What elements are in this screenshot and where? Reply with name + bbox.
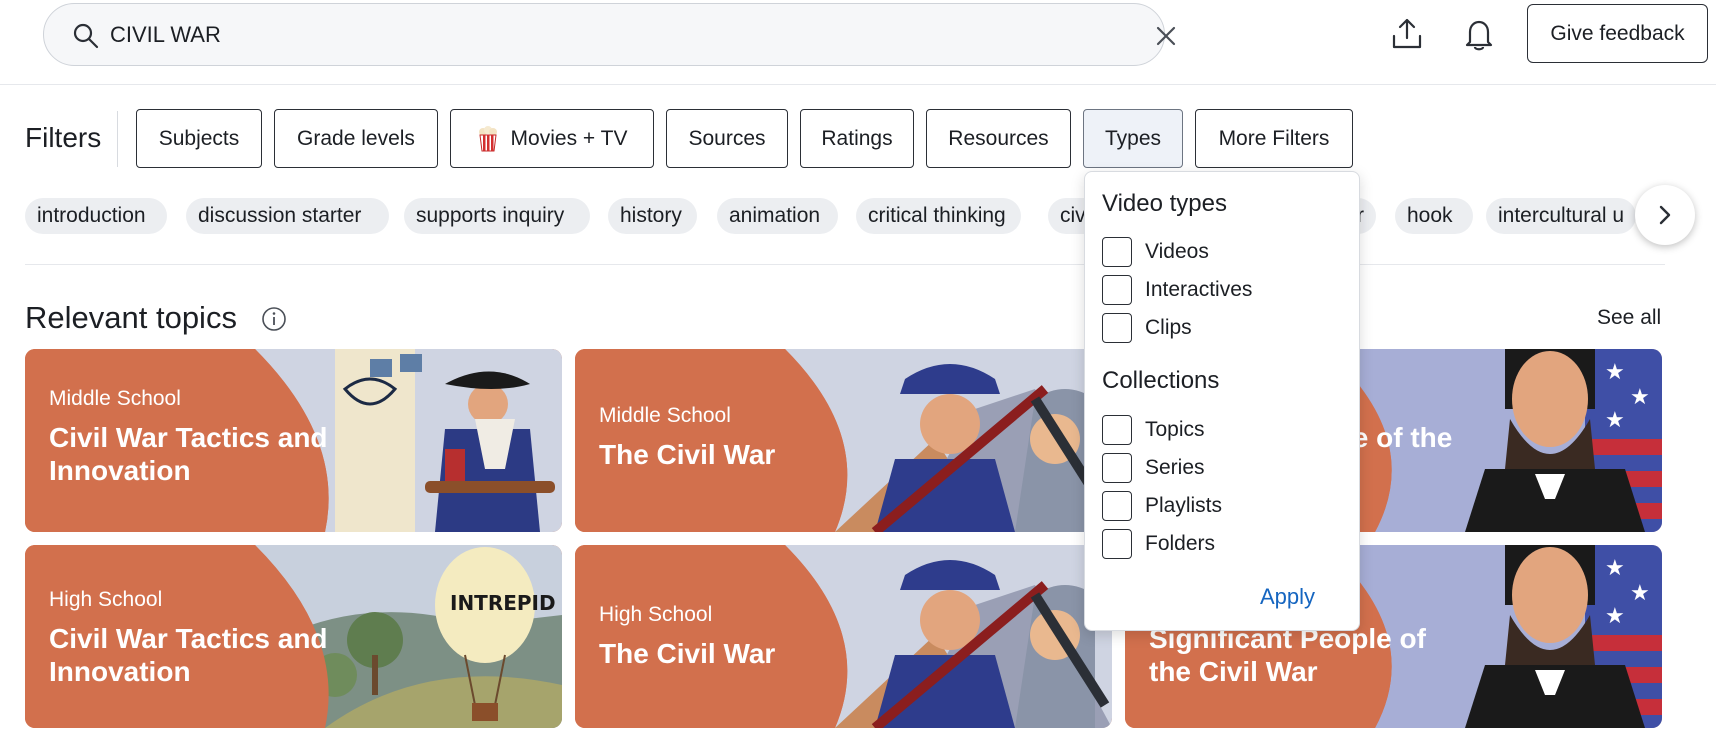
bell-icon[interactable] bbox=[1461, 16, 1497, 52]
filters-divider bbox=[117, 111, 118, 167]
tags-next-button[interactable] bbox=[1635, 185, 1695, 245]
checkbox-label: Interactives bbox=[1145, 278, 1253, 301]
filters-label: Filters bbox=[25, 122, 102, 153]
card-level: Middle School bbox=[599, 404, 731, 427]
checkbox-clips[interactable]: Clips bbox=[1102, 313, 1192, 343]
search-bar bbox=[43, 3, 1176, 66]
checkbox-label: Folders bbox=[1145, 532, 1216, 555]
filter-subjects-button[interactable]: Subjects bbox=[136, 109, 262, 168]
filter-resources-button[interactable]: Resources bbox=[926, 109, 1071, 168]
top-bar: Give feedback bbox=[0, 0, 1716, 85]
search-input[interactable] bbox=[110, 16, 1110, 54]
svg-text:★: ★ bbox=[1605, 360, 1625, 385]
filter-sources-button[interactable]: Sources bbox=[666, 109, 788, 168]
svg-text:★: ★ bbox=[1605, 604, 1625, 629]
topic-card[interactable]: INTREPID High School Civil War Tactics a… bbox=[25, 545, 562, 728]
checkbox-label: Videos bbox=[1145, 240, 1209, 263]
checkbox-label: Playlists bbox=[1145, 494, 1223, 517]
video-types-heading: Video types bbox=[1102, 190, 1227, 217]
tag-discussion-starter[interactable]: discussion starter bbox=[186, 198, 389, 234]
card-level: High School bbox=[599, 603, 713, 626]
checkbox[interactable] bbox=[1102, 491, 1132, 521]
tag-history[interactable]: history bbox=[608, 198, 697, 234]
checkbox-label: Clips bbox=[1145, 316, 1192, 339]
svg-text:★: ★ bbox=[1605, 556, 1625, 581]
tag-introduction[interactable]: introduction bbox=[25, 198, 167, 234]
give-feedback-button[interactable]: Give feedback bbox=[1527, 4, 1708, 63]
card-title: The Civil War bbox=[599, 439, 776, 470]
chevron-right-icon bbox=[1659, 205, 1671, 225]
checkbox[interactable] bbox=[1102, 237, 1132, 267]
section-title: Relevant topics bbox=[25, 300, 237, 335]
share-icon[interactable] bbox=[1389, 16, 1425, 52]
card-level: High School bbox=[49, 588, 163, 611]
popcorn-icon bbox=[478, 125, 497, 151]
checkbox-label: Topics bbox=[1145, 418, 1205, 441]
checkbox-series[interactable]: Series bbox=[1102, 453, 1205, 483]
collections-heading: Collections bbox=[1102, 367, 1220, 394]
close-icon[interactable] bbox=[1152, 22, 1180, 50]
checkbox[interactable] bbox=[1102, 313, 1132, 343]
tag-critical-thinking[interactable]: critical thinking bbox=[856, 198, 1021, 234]
topic-card[interactable]: High School The Civil War bbox=[575, 545, 1112, 728]
filter-types-button[interactable]: Types bbox=[1083, 109, 1183, 168]
tag-animation[interactable]: animation bbox=[717, 198, 838, 234]
svg-text:INTREPID: INTREPID bbox=[450, 591, 556, 615]
checkbox-topics[interactable]: Topics bbox=[1102, 415, 1205, 445]
card-title: le of the bbox=[1345, 422, 1453, 453]
checkbox-videos[interactable]: Videos bbox=[1102, 237, 1209, 267]
apply-button[interactable]: Apply bbox=[1260, 584, 1315, 610]
topic-card[interactable]: Middle School Civil War Tactics and Inno… bbox=[25, 349, 562, 532]
card-title: Civil War Tactics and Innovation bbox=[49, 422, 328, 486]
card-level: Middle School bbox=[49, 387, 181, 410]
checkbox[interactable] bbox=[1102, 415, 1132, 445]
card-title: Significant People of the Civil War bbox=[1149, 623, 1426, 687]
tag-supports-inquiry[interactable]: supports inquiry bbox=[404, 198, 590, 234]
checkbox[interactable] bbox=[1102, 275, 1132, 305]
card-title: The Civil War bbox=[599, 638, 776, 669]
filter-ratings-button[interactable]: Ratings bbox=[800, 109, 914, 168]
checkbox-interactives[interactable]: Interactives bbox=[1102, 275, 1252, 305]
filter-more-filters-button[interactable]: More Filters bbox=[1195, 109, 1353, 168]
types-dropdown: Video types Videos Interactives Clips Co… bbox=[1084, 171, 1360, 631]
filter-grade-levels-button[interactable]: Grade levels bbox=[274, 109, 438, 168]
svg-text:★: ★ bbox=[1630, 385, 1650, 410]
card-title: Civil War Tactics and Innovation bbox=[49, 623, 328, 687]
see-all-link[interactable]: See all bbox=[1597, 306, 1661, 330]
checkbox[interactable] bbox=[1102, 529, 1132, 559]
search-icon bbox=[73, 23, 99, 49]
topic-card[interactable]: Middle School The Civil War bbox=[575, 349, 1112, 532]
checkbox-playlists[interactable]: Playlists bbox=[1102, 491, 1222, 521]
info-icon[interactable] bbox=[261, 306, 287, 332]
tag-intercultural[interactable]: intercultural u bbox=[1486, 198, 1636, 234]
checkbox-folders[interactable]: Folders bbox=[1102, 529, 1215, 559]
tag-hook[interactable]: hook bbox=[1395, 198, 1473, 234]
section-divider bbox=[25, 264, 1665, 265]
checkbox[interactable] bbox=[1102, 453, 1132, 483]
filter-movies-tv-button[interactable]: Movies + TV bbox=[450, 109, 654, 168]
checkbox-label: Series bbox=[1145, 456, 1205, 479]
svg-text:★: ★ bbox=[1630, 581, 1650, 606]
